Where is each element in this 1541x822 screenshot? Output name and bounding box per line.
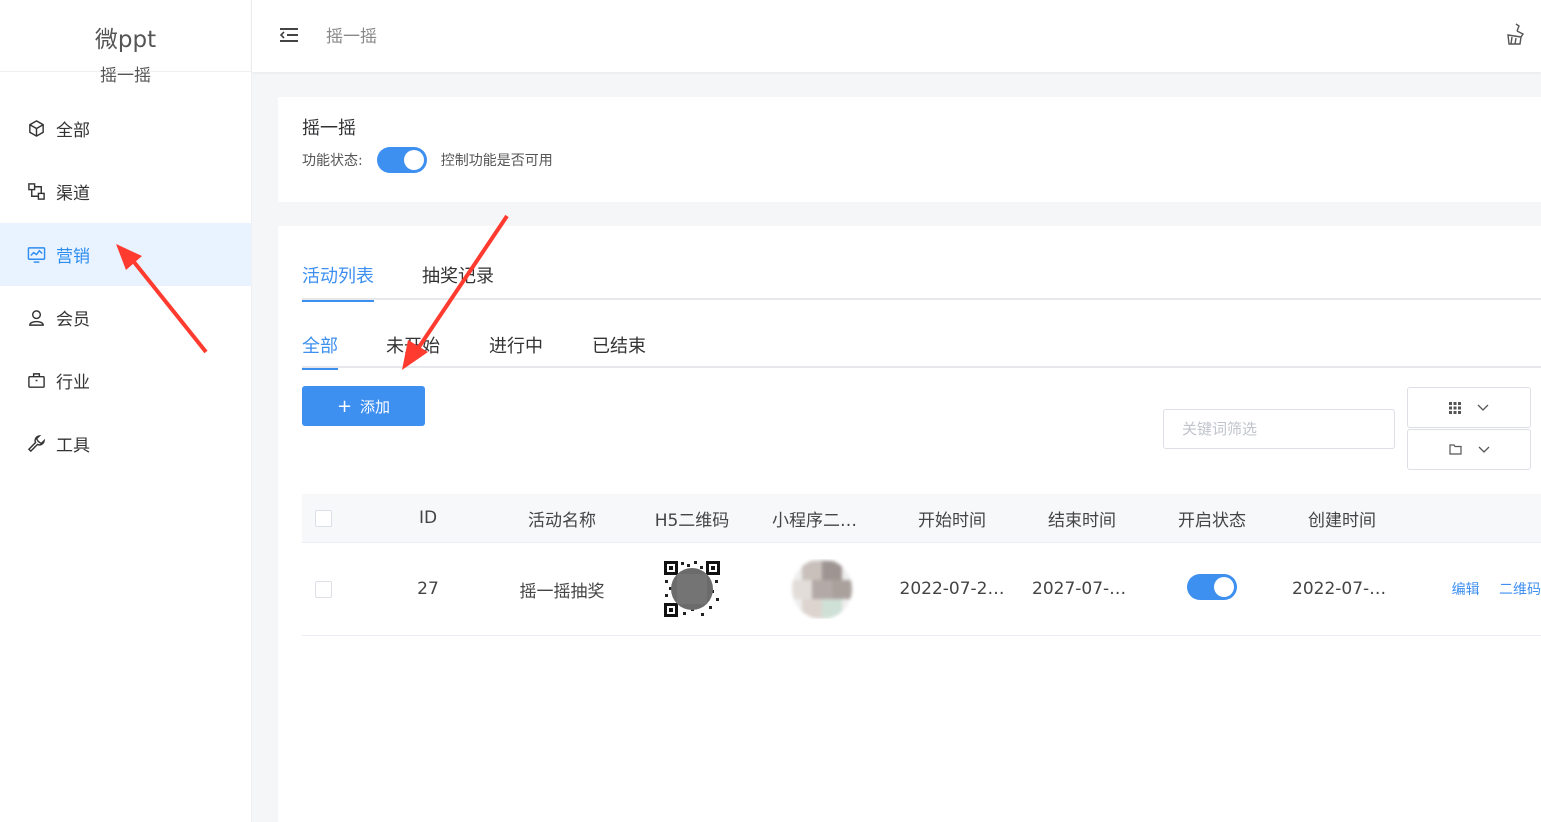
- folder-icon: [1448, 444, 1462, 455]
- add-button[interactable]: + 添加: [302, 386, 425, 426]
- feature-status-label: 功能状态:: [302, 153, 363, 169]
- column-header-id: ID: [418, 508, 438, 528]
- feature-status-row: 功能状态: 控制功能是否可用: [302, 147, 553, 173]
- sidebar-item-label: 全部: [56, 121, 90, 141]
- breadcrumb: 摇一摇: [326, 27, 377, 47]
- column-header-end: 结束时间: [1048, 510, 1116, 531]
- tab-activity-list[interactable]: 活动列表: [302, 262, 374, 302]
- cell-h5-qr: [612, 560, 772, 618]
- select-all-cell: [302, 509, 344, 527]
- row-checkbox[interactable]: [314, 580, 332, 598]
- feature-title: 摇一摇: [302, 118, 356, 139]
- column-header-h5-qr: H5二维码: [654, 510, 730, 531]
- grid-icon: [1449, 401, 1461, 414]
- row-enable-toggle[interactable]: [1187, 573, 1237, 600]
- sidebar-item-member[interactable]: 会员: [0, 286, 251, 349]
- plus-icon: +: [336, 395, 353, 417]
- qrcode-link[interactable]: 二维码: [1499, 582, 1541, 598]
- briefcase-icon: [26, 371, 46, 391]
- column-header-mini-qr: 小程序二维码: [772, 510, 872, 531]
- sidebar-item-label: 营销: [56, 247, 90, 267]
- cell-mini-qr: [772, 559, 872, 619]
- main-tabs: 活动列表 抽奖记录: [302, 262, 1541, 302]
- cell-status: [1132, 573, 1292, 605]
- brand-subtitle: 摇一摇: [100, 66, 151, 86]
- sidebar: 微ppt 摇一摇 全部 渠道 营销 会员 行业 工具: [0, 0, 252, 822]
- column-header-start: 开始时间: [918, 510, 986, 531]
- mini-program-qr-image[interactable]: [792, 559, 852, 619]
- sidebar-item-label: 工具: [56, 436, 90, 456]
- keyword-filter-input[interactable]: [1163, 409, 1395, 449]
- activity-panel: 活动列表 抽奖记录 全部 未开始 进行中 已结束 + 添加 ID 活动名称 H5…: [278, 226, 1541, 822]
- cell-ops: 编辑 二维码: [1392, 579, 1541, 599]
- brand-name: 微ppt: [94, 27, 157, 53]
- feature-status-hint: 控制功能是否可用: [440, 153, 553, 169]
- menu-fold-icon[interactable]: [278, 24, 300, 46]
- table-row: 27 摇一摇抽奖 2022-07-2… 2027-07-1… 2022-07-2…: [302, 543, 1541, 636]
- tab-filter-in-progress[interactable]: 进行中: [489, 332, 543, 368]
- tab-filter-all[interactable]: 全部: [302, 332, 338, 370]
- h5-qr-code-image[interactable]: [663, 560, 721, 618]
- chart-monitor-icon: [26, 245, 46, 265]
- sidebar-item-label: 会员: [56, 310, 90, 330]
- add-button-label: 添加: [360, 397, 391, 416]
- chevron-down-icon: [1478, 446, 1489, 453]
- cell-created-time: 2022-07-2…: [1292, 579, 1392, 599]
- sidebar-item-marketing[interactable]: 营销: [0, 223, 251, 286]
- tab-lottery-records[interactable]: 抽奖记录: [422, 262, 494, 300]
- table-header: ID 活动名称 H5二维码 小程序二维码 开始时间 结束时间 开启状态 创建时间: [302, 494, 1541, 543]
- column-header-created: 创建时间: [1308, 510, 1376, 531]
- export-dropdown[interactable]: [1407, 429, 1531, 470]
- channel-icon: [26, 182, 46, 202]
- sidebar-item-all[interactable]: 全部: [0, 97, 251, 160]
- filter-tabs: 全部 未开始 进行中 已结束: [302, 332, 1541, 370]
- sidebar-item-tools[interactable]: 工具: [0, 412, 251, 475]
- sidebar-item-channel[interactable]: 渠道: [0, 160, 251, 223]
- select-all-checkbox[interactable]: [314, 509, 332, 527]
- row-select-cell: [302, 580, 344, 598]
- sidebar-item-label: 行业: [56, 373, 90, 393]
- cell-name: 摇一摇抽奖: [519, 581, 605, 602]
- cell-start-time: 2022-07-2…: [899, 579, 1005, 599]
- user-icon: [26, 308, 46, 328]
- sidebar-item-industry[interactable]: 行业: [0, 349, 251, 412]
- cube-icon: [26, 119, 46, 139]
- clear-cache-icon[interactable]: [1505, 22, 1527, 46]
- column-header-status: 开启状态: [1178, 510, 1246, 531]
- column-header-name: 活动名称: [528, 510, 596, 531]
- cell-id: 27: [417, 579, 439, 599]
- sidebar-item-label: 渠道: [56, 184, 90, 204]
- chevron-down-icon: [1477, 404, 1489, 411]
- edit-link[interactable]: 编辑: [1452, 582, 1480, 598]
- feature-panel: 摇一摇 功能状态: 控制功能是否可用: [278, 97, 1541, 202]
- column-view-dropdown[interactable]: [1407, 387, 1531, 428]
- feature-status-toggle[interactable]: [376, 147, 427, 173]
- brand: 微ppt 摇一摇: [0, 0, 251, 86]
- top-header: 摇一摇: [252, 0, 1541, 72]
- wrench-icon: [26, 434, 46, 454]
- cell-end-time: 2027-07-1…: [1032, 579, 1132, 599]
- sidebar-nav: 全部 渠道 营销 会员 行业 工具: [0, 97, 251, 475]
- tab-filter-ended[interactable]: 已结束: [592, 332, 646, 368]
- tab-filter-not-started[interactable]: 未开始: [386, 332, 440, 368]
- activity-table: ID 活动名称 H5二维码 小程序二维码 开始时间 结束时间 开启状态 创建时间…: [302, 494, 1541, 636]
